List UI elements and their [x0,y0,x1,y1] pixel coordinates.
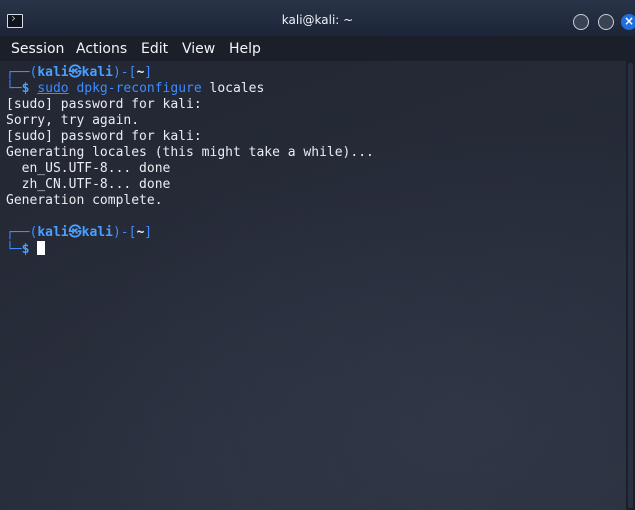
vertical-scrollbar[interactable] [626,61,635,510]
output-line: Generation complete. [6,193,163,208]
prompt-mid: )-[ [112,225,137,240]
command-name: dpkg-reconfigure [76,81,202,96]
window-title: kali@kali: ~ [281,13,354,27]
output-line: Sorry, try again. [6,113,140,128]
maximize-button[interactable] [598,14,614,30]
text-cursor [37,241,46,255]
command-sudo: sudo [37,81,69,96]
prompt-host: kali [81,65,113,80]
terminal-window: kali@kali: ~ × Session Actions Edit View… [0,0,635,510]
prompt-symbol: $ [21,81,30,96]
menu-bar: Session Actions Edit View Help [0,36,635,61]
menu-session[interactable]: Session [11,41,64,57]
menu-view[interactable]: View [182,41,215,57]
prompt-end: ] [144,65,153,80]
prompt-line-top: ┌──(kali㉿kali)-[~] [6,225,152,241]
output-line: en_US.UTF-8... done [6,161,171,176]
menu-help[interactable]: Help [229,41,261,57]
prompt-end: ] [144,225,153,240]
output-line: [sudo] password for kali: [6,129,202,144]
title-bar[interactable]: kali@kali: ~ × [0,0,635,36]
prompt-line-command: └─$ sudo dpkg-reconfigure locales [6,81,264,97]
prompt-mid: )-[ [112,65,137,80]
minimize-button[interactable] [573,14,589,30]
prompt-symbol: $ [21,242,30,257]
prompt-corner-bottom: └─ [6,81,22,96]
close-button[interactable]: × [621,14,635,30]
scrollbar-thumb[interactable] [628,63,633,508]
prompt-corner-top: ┌──( [6,225,38,240]
output-line: zh_CN.UTF-8... done [6,177,171,192]
menu-edit[interactable]: Edit [141,41,168,57]
prompt-corner-top: ┌──( [6,65,38,80]
terminal-output-area[interactable]: ┌──(kali㉿kali)-[~] └─$ sudo dpkg-reconfi… [0,61,626,510]
prompt-user: kali [37,225,69,240]
close-icon: × [623,14,635,28]
prompt-at-symbol: ㉿ [68,225,82,240]
command-argument: locales [209,81,265,96]
prompt-host: kali [81,225,113,240]
output-line: [sudo] password for kali: [6,97,202,112]
prompt-line-input[interactable]: └─$ [6,241,46,258]
prompt-corner-bottom: └─ [6,242,22,257]
prompt-at-symbol: ㉿ [68,65,82,80]
menu-actions[interactable]: Actions [76,41,127,57]
prompt-user: kali [37,65,69,80]
output-line: Generating locales (this might take a wh… [6,145,374,160]
prompt-line-top: ┌──(kali㉿kali)-[~] [6,65,152,81]
